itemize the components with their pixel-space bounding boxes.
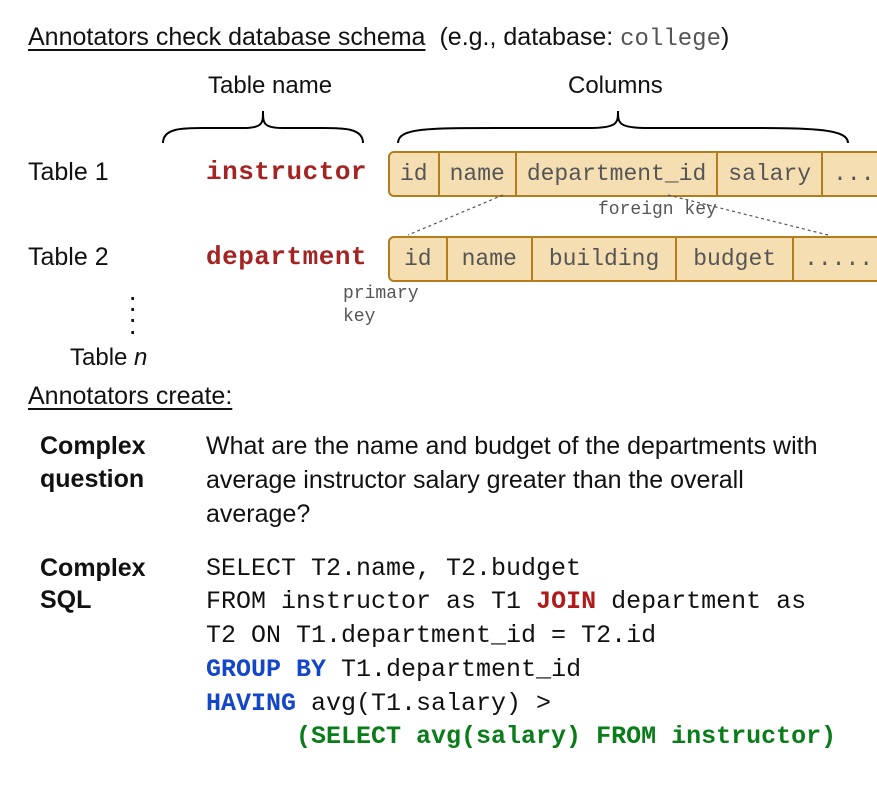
sql-text: FROM instructor as T1 (206, 587, 536, 616)
sql-text: SELECT T2.name, T2.budget (206, 554, 581, 583)
sql-keyword: (SELECT avg(salary) FROM instructor) (296, 722, 836, 751)
table1-columns: id name department_id salary .... (388, 151, 877, 197)
sql-keyword: GROUP BY (206, 655, 326, 684)
question-label: Complex question (40, 430, 190, 495)
col: id (390, 238, 448, 280)
col: id (390, 153, 440, 195)
sql-body: SELECT T2.name, T2.budget FROM instructo… (206, 552, 845, 755)
eg-suffix: ) (721, 23, 729, 51)
sql-text: T2 ON T1.department_id = T2.id (206, 621, 656, 650)
table2-name: department (206, 241, 367, 274)
sql-text: avg(T1.salary) > (296, 689, 551, 718)
sql-keyword: HAVING (206, 689, 296, 718)
sql-block: Complex SQL SELECT T2.name, T2.budget FR… (28, 552, 849, 755)
foreign-key-label: foreign key (598, 199, 717, 222)
col: ....... (794, 238, 877, 280)
sql-label: Complex SQL (40, 552, 190, 617)
table2-label: Table 2 (28, 242, 178, 273)
sql-keyword: JOIN (536, 587, 596, 616)
table-n-label: Table n (70, 343, 147, 373)
sql-text (206, 722, 296, 751)
col: name (448, 238, 533, 280)
col: salary (718, 153, 823, 195)
sql-text: T1.department_id (326, 655, 581, 684)
header-line: Annotators check database schema (e.g., … (28, 22, 849, 55)
table-row-2: Table 2 department (28, 241, 367, 274)
vertical-dots-icon: ···· (128, 291, 137, 336)
schema-diagram: Table name Columns Table 1 instructor id… (28, 71, 849, 371)
col: department_id (517, 153, 718, 195)
brace-overlay (28, 71, 849, 371)
header-title: Annotators check database schema (28, 22, 425, 53)
sql-text: department as (596, 587, 806, 616)
table-row-1: Table 1 instructor (28, 156, 367, 189)
col: building (533, 238, 677, 280)
table1-name: instructor (206, 156, 367, 189)
eg-db: college (620, 26, 721, 53)
question-text: What are the name and budget of the depa… (206, 430, 845, 531)
table2-columns: id name building budget ....... (388, 236, 877, 282)
create-title: Annotators create: (28, 381, 849, 412)
table-name-label: Table name (208, 71, 332, 101)
columns-label: Columns (568, 71, 663, 101)
eg-prefix: (e.g., database: (439, 23, 620, 51)
table-n-text: Table n (70, 344, 147, 371)
question-block: Complex question What are the name and b… (28, 430, 849, 531)
col: budget (677, 238, 794, 280)
header-example: (e.g., database: college) (439, 22, 729, 55)
col: name (440, 153, 517, 195)
col: .... (823, 153, 877, 195)
table1-label: Table 1 (28, 157, 178, 188)
primary-key-label: primary key (343, 283, 419, 328)
